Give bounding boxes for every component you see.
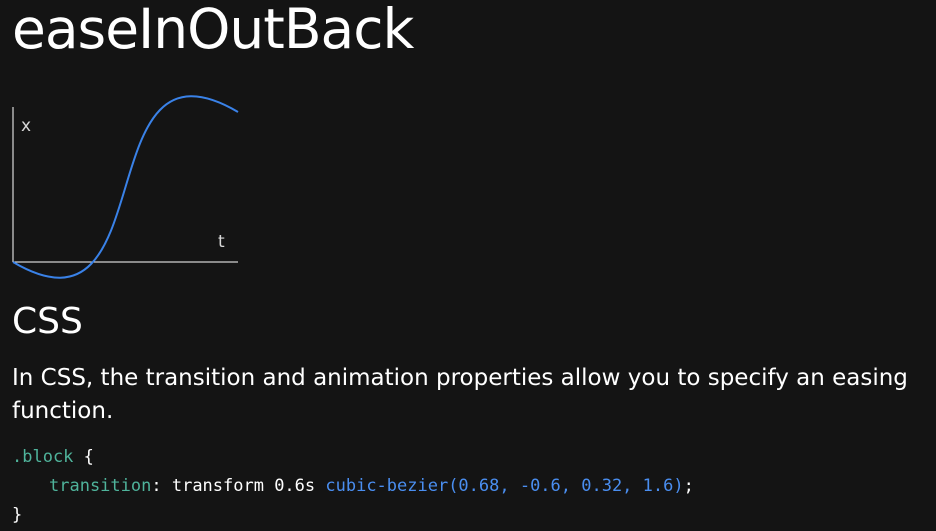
section-description: In CSS, the transition and animation pro… — [12, 365, 908, 424]
code-line-2: transition: transform 0.6s cubic-bezier(… — [12, 472, 694, 501]
code-property: transition — [49, 476, 152, 496]
code-block: .block {transition: transform 0.6s cubic… — [12, 443, 694, 530]
easing-graph: x t — [12, 95, 239, 279]
code-open-brace: { — [73, 447, 94, 467]
page-title: easeInOutBack — [12, 0, 414, 61]
easing-curve — [12, 95, 239, 279]
code-value-plain: transform 0.6s — [171, 476, 326, 496]
code-semicolon: ; — [683, 476, 694, 496]
code-line-3: } — [12, 501, 694, 530]
code-line-1: .block { — [12, 443, 694, 472]
page: easeInOutBack x t CSS In CSS, the transi… — [0, 0, 936, 531]
y-axis-label: x — [21, 116, 31, 136]
code-selector: .block — [12, 447, 74, 467]
code-colon: : — [151, 476, 172, 496]
x-axis-label: t — [218, 232, 225, 252]
section-heading: CSS — [12, 301, 83, 342]
code-close-brace: } — [12, 505, 23, 525]
code-value-function: cubic-bezier(0.68, -0.6, 0.32, 1.6) — [325, 476, 684, 496]
